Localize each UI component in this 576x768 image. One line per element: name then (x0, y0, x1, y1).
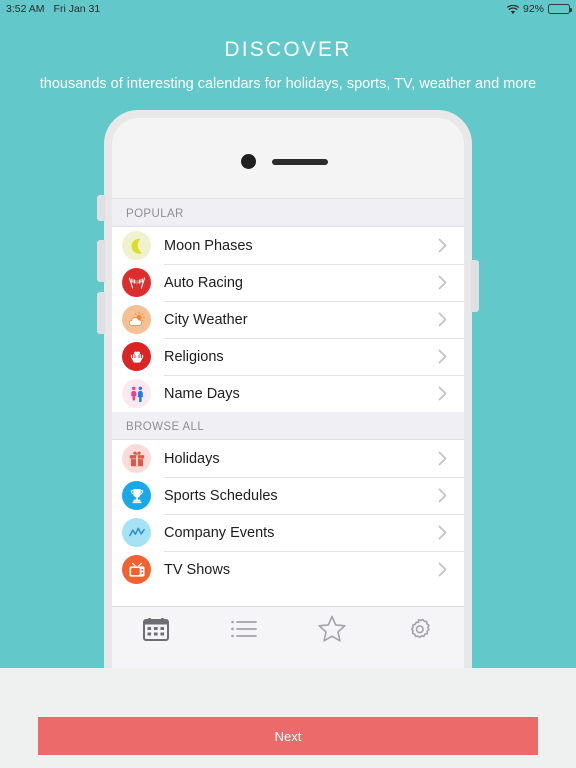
section-header: BROWSE ALL (112, 412, 464, 440)
chevron-right-icon (433, 451, 451, 466)
calendar-category-list: POPULAR Moon Phases Auto Racing City Weathe… (112, 199, 464, 588)
tab-list[interactable] (200, 614, 288, 648)
chevron-right-icon (433, 312, 451, 327)
list-item[interactable]: Holidays (112, 440, 464, 477)
list-item[interactable]: Auto Racing (112, 264, 464, 301)
list-item-label: City Weather (164, 311, 248, 328)
page-title: DISCOVER (224, 38, 352, 61)
list-icon (230, 618, 258, 645)
gift-icon (122, 444, 151, 473)
status-bar-left: 3:52 AM Fri Jan 31 (6, 3, 100, 15)
list-item[interactable]: Name Days (112, 375, 464, 412)
hands-heart-icon (122, 342, 151, 371)
tab-favorites[interactable] (288, 614, 376, 648)
footer-bar: Next (0, 704, 576, 768)
moon-icon (122, 231, 151, 260)
tv-icon (122, 555, 151, 584)
silent-switch (97, 195, 105, 221)
phone-mockup: POPULAR Moon Phases Auto Racing City Weathe… (97, 110, 479, 700)
section-header: POPULAR (112, 199, 464, 227)
status-bar: 3:52 AM Fri Jan 31 92% (0, 0, 576, 18)
status-date: Fri Jan 31 (53, 3, 101, 15)
list-item-label: Name Days (164, 385, 240, 402)
chevron-right-icon (433, 349, 451, 364)
footer-spacer (0, 668, 576, 704)
onboarding-headline: DISCOVER thousands of interesting calend… (0, 38, 576, 92)
speaker-grille-icon (272, 159, 328, 165)
chevron-right-icon (433, 238, 451, 253)
page-subtitle: thousands of interesting calendars for h… (39, 76, 537, 92)
list-item[interactable]: Moon Phases (112, 227, 464, 264)
tab-calendar[interactable] (112, 614, 200, 648)
list-item[interactable]: Religions (112, 338, 464, 375)
battery-percent-label: 92% (522, 3, 544, 15)
volume-down-button (97, 292, 105, 334)
list-item[interactable]: Sports Schedules (112, 477, 464, 514)
list-item-label: TV Shows (164, 561, 231, 578)
list-item-label: Sports Schedules (164, 487, 278, 504)
star-icon (318, 615, 346, 647)
battery-icon (548, 4, 572, 14)
status-bar-right: 92% (506, 3, 572, 15)
volume-up-button (97, 240, 105, 282)
chevron-right-icon (433, 386, 451, 401)
people-icon (122, 379, 151, 408)
camera-icon (241, 154, 256, 169)
app-screen: POPULAR Moon Phases Auto Racing City Weathe… (112, 198, 464, 700)
tab-settings[interactable] (376, 614, 464, 648)
next-button[interactable]: Next (38, 717, 538, 755)
status-time: 3:52 AM (6, 3, 45, 15)
calendar-icon (143, 617, 169, 646)
chevron-right-icon (433, 525, 451, 540)
list-item-label: Company Events (164, 524, 275, 541)
phone-screen-frame: POPULAR Moon Phases Auto Racing City Weathe… (112, 118, 464, 700)
list-item[interactable]: Company Events (112, 514, 464, 551)
racing-flags-icon (122, 268, 151, 297)
chart-line-icon (122, 518, 151, 547)
chevron-right-icon (433, 275, 451, 290)
chevron-right-icon (433, 562, 451, 577)
list-item-label: Moon Phases (164, 237, 253, 254)
trophy-icon (122, 481, 151, 510)
list-item-label: Auto Racing (164, 274, 243, 291)
list-item[interactable]: TV Shows (112, 551, 464, 588)
power-button (471, 260, 479, 312)
chevron-right-icon (433, 488, 451, 503)
phone-earpiece-area (112, 118, 464, 198)
list-item[interactable]: City Weather (112, 301, 464, 338)
gear-icon (407, 616, 433, 647)
list-item-label: Holidays (164, 450, 220, 467)
wifi-icon (506, 4, 520, 15)
sun-cloud-icon (122, 305, 151, 334)
list-item-label: Religions (164, 348, 224, 365)
